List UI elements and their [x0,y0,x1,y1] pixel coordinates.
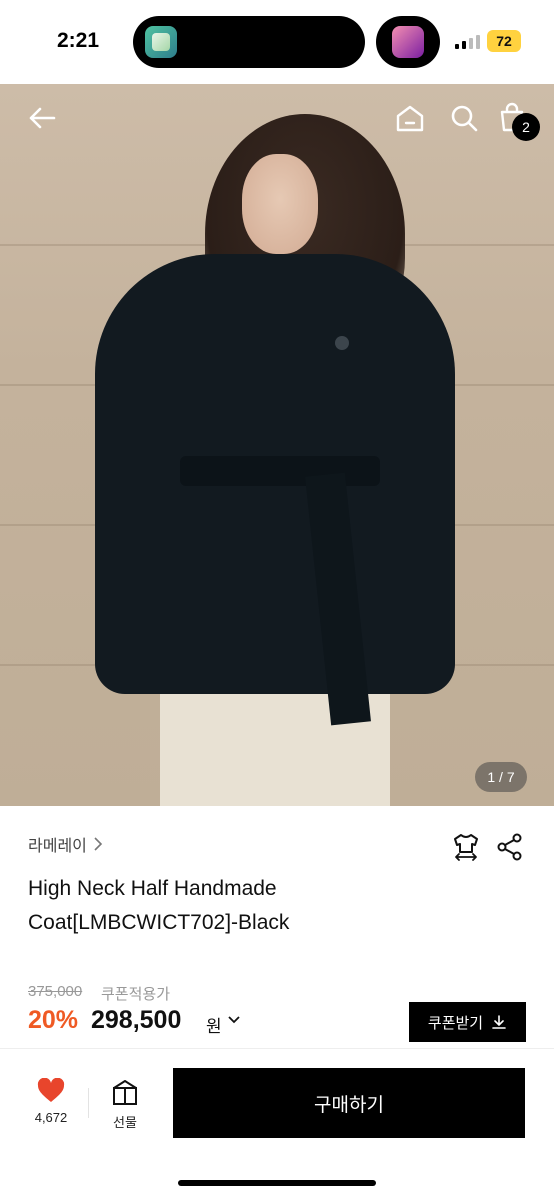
gift-label: 선물 [113,1115,137,1130]
sale-price: 298,500 [91,1006,182,1034]
status-bar: 2:21 72 [0,0,554,84]
size-guide-button[interactable] [451,832,481,862]
product-title-line-2: Coat[LMBCWICT702]-Black [28,911,290,934]
live-activity-app-icon-2 [392,26,424,58]
coupon-price-note: 쿠폰적용가 [101,986,171,1003]
gift-icon [113,1080,137,1105]
cellular-signal-icon [455,33,481,49]
product-title-line-1: High Neck Half Handmade [28,877,277,900]
dynamic-island[interactable] [133,16,365,68]
back-arrow-icon [29,107,56,129]
product-image[interactable] [0,84,554,806]
section-divider [0,1048,554,1049]
home-indicator[interactable] [178,1180,376,1186]
search-icon [451,105,478,132]
original-price: 375,000 [28,983,83,1000]
share-icon [497,833,522,861]
brand-link[interactable]: 라메레이 [28,832,103,856]
live-activity-app-icon [145,26,177,58]
get-coupon-button[interactable]: 쿠폰받기 [409,1002,526,1042]
image-counter: 1 / 7 [475,762,527,792]
battery-indicator: 72 [487,30,521,52]
download-icon [492,1015,506,1029]
tshirt-size-icon [454,834,478,861]
chevron-right-icon [94,837,103,851]
bar-divider [88,1088,89,1118]
heart-icon [37,1078,65,1102]
brand-name: 라메레이 [28,838,87,855]
product-title: High Neck Half Handmade Coat[LMBCWICT702… [28,872,428,940]
gift-button[interactable]: 선물 [100,1078,150,1134]
model-face [242,154,318,254]
back-button[interactable] [26,102,58,134]
dynamic-island-secondary[interactable] [376,16,440,68]
coat-belt [180,456,380,486]
home-button[interactable] [394,102,426,134]
buy-now-button[interactable]: 구매하기 [173,1068,525,1138]
chevron-down-icon[interactable] [227,1015,241,1025]
status-time: 2:21 [57,29,100,52]
coat-button [335,336,349,350]
currency-unit[interactable]: 원 [206,1012,222,1037]
share-button[interactable] [496,832,524,862]
like-button[interactable]: 4,672 [22,1078,80,1134]
like-count: 4,672 [34,1110,68,1125]
cart-count-badge: 2 [512,113,540,141]
coupon-button-label: 쿠폰받기 [427,1014,484,1032]
discount-rate: 20% [28,1006,79,1034]
search-button[interactable] [448,102,480,134]
home-icon [396,105,424,132]
